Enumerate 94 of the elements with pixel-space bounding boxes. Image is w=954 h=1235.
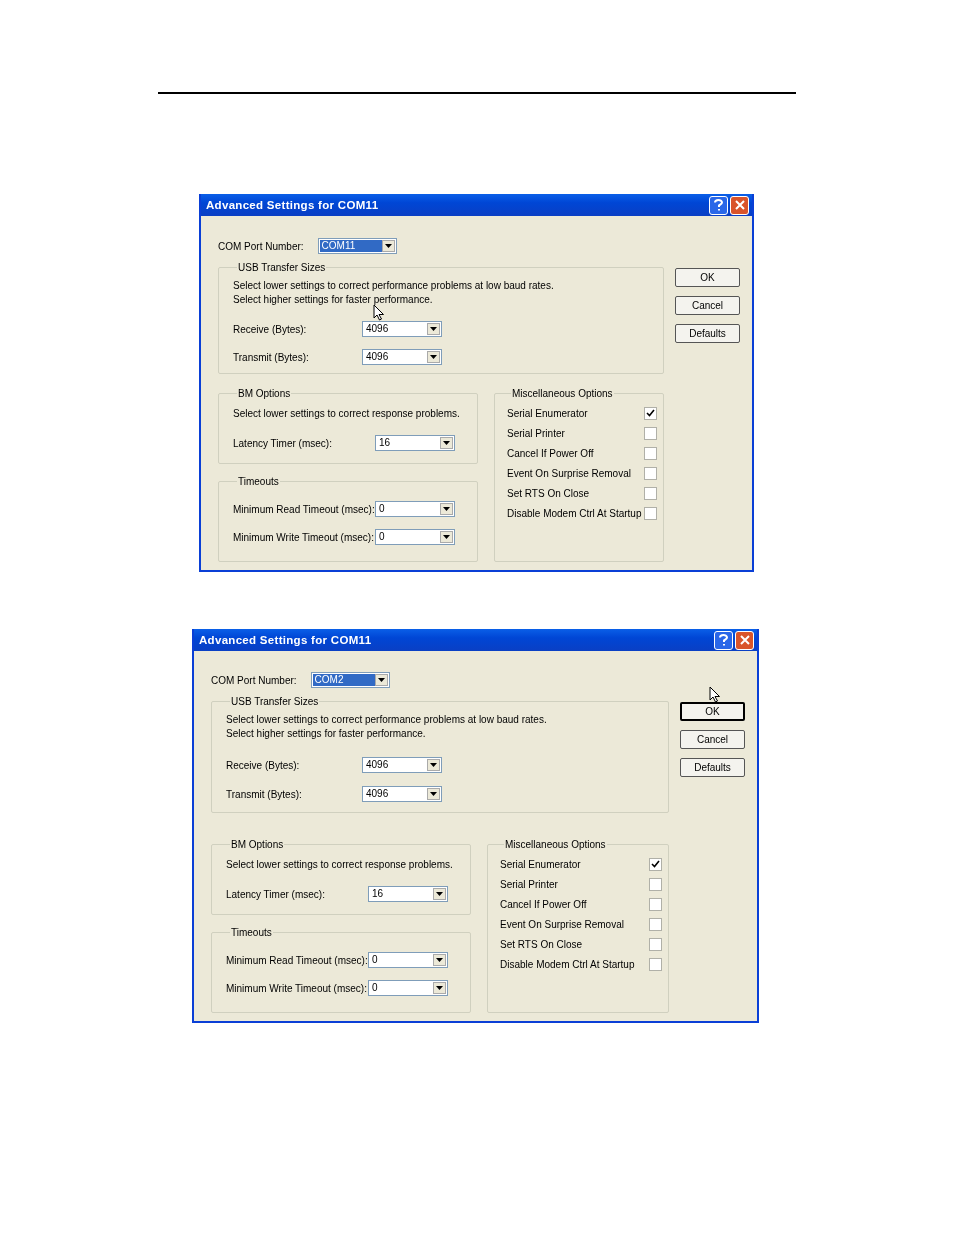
checkbox[interactable] [644, 466, 657, 480]
checkbox[interactable] [644, 446, 657, 460]
checkbox[interactable] [649, 897, 662, 911]
field-label: Transmit (Bytes): [226, 788, 302, 800]
instruction-text: Select higher settings for faster performance. [226, 727, 427, 741]
window-title: Advanced Settings for COM11 [199, 634, 372, 646]
close-icon [734, 200, 745, 210]
dropdown[interactable]: 0 [375, 529, 455, 545]
help-button[interactable] [709, 195, 728, 215]
check-icon [651, 860, 660, 868]
option-label: Serial Enumerator [507, 407, 588, 419]
option-label: Serial Printer [507, 427, 565, 439]
option-label: Event On Surprise Removal [500, 918, 624, 930]
group-title: Miscellaneous Options [511, 388, 614, 399]
dropdown-arrow-icon [436, 892, 443, 896]
option-label: Serial Enumerator [500, 858, 581, 870]
option-label: Set RTS On Close [507, 487, 590, 499]
dropdown[interactable]: 16 [368, 886, 448, 902]
checkbox[interactable] [649, 957, 662, 971]
checkbox[interactable] [649, 937, 662, 951]
dropdown-arrow-icon [443, 507, 450, 511]
dialog-button[interactable]: Cancel [675, 296, 740, 315]
dropdown[interactable]: 0 [368, 980, 448, 996]
dropdown[interactable]: 4096 [362, 786, 442, 802]
checkbox[interactable] [644, 506, 657, 520]
check-icon [646, 409, 655, 417]
dropdown-arrow-icon [436, 958, 443, 962]
option-label: Disable Modem Ctrl At Startup [500, 958, 635, 970]
dropdown-arrow-icon [430, 763, 437, 767]
field-label: Minimum Read Timeout (msec): [226, 954, 368, 966]
dialog-button[interactable]: Defaults [680, 758, 745, 777]
field-label: Minimum Write Timeout (msec): [226, 982, 367, 994]
group-title: USB Transfer Sizes [230, 696, 320, 707]
dialog-button[interactable]: OK [680, 702, 745, 721]
checkbox[interactable] [649, 917, 662, 931]
group-title: USB Transfer Sizes [237, 262, 327, 273]
checkbox[interactable] [649, 857, 662, 871]
instruction-text: Select lower settings to correct performance problems at low baud rates. [233, 279, 555, 293]
checkbox[interactable] [644, 426, 657, 440]
group-title: BM Options [230, 839, 285, 850]
dropdown-arrow-icon [443, 441, 450, 445]
dropdown-arrow-icon [430, 355, 437, 359]
dropdown[interactable]: 16 [375, 435, 455, 451]
instruction-text: Select lower settings to correct response problems. [233, 407, 461, 421]
instruction-text: Select higher settings for faster performance. [233, 293, 434, 307]
field-label: Minimum Read Timeout (msec): [233, 503, 375, 515]
close-button[interactable] [730, 195, 749, 215]
instruction-text: Select lower settings to correct performance problems at low baud rates. [226, 713, 548, 727]
group-title: Timeouts [237, 476, 280, 487]
help-button[interactable] [714, 630, 733, 650]
instruction-text: Select lower settings to correct response problems. [226, 858, 454, 872]
dropdown-arrow-icon [377, 678, 385, 682]
mouse-cursor-icon [373, 304, 385, 321]
com-port-dropdown[interactable]: COM11 [317, 238, 397, 254]
field-label: Receive (Bytes): [233, 323, 307, 335]
field-label: COM Port Number: [211, 674, 297, 686]
dropdown-arrow-icon [436, 986, 443, 990]
dropdown[interactable]: 4096 [362, 757, 442, 773]
group-title: Miscellaneous Options [504, 839, 607, 850]
field-label: Transmit (Bytes): [233, 351, 309, 363]
checkbox[interactable] [649, 877, 662, 891]
mouse-cursor-icon [709, 686, 721, 703]
group-title: Timeouts [230, 927, 273, 938]
dropdown[interactable]: 4096 [362, 321, 442, 337]
field-label: Latency Timer (msec): [233, 437, 332, 449]
option-label: Event On Surprise Removal [507, 467, 631, 479]
dialog-button[interactable]: Defaults [675, 324, 740, 343]
dropdown-arrow-icon [430, 327, 437, 331]
field-label: Minimum Write Timeout (msec): [233, 531, 374, 543]
option-label: Set RTS On Close [500, 938, 583, 950]
dropdown[interactable]: 0 [375, 501, 455, 517]
field-label: COM Port Number: [218, 240, 304, 252]
checkbox[interactable] [644, 486, 657, 500]
field-label: Latency Timer (msec): [226, 888, 325, 900]
dropdown-arrow-icon [443, 535, 450, 539]
help-icon [719, 634, 728, 646]
dialog-button[interactable]: OK [675, 268, 740, 287]
dialog-button[interactable]: Cancel [680, 730, 745, 749]
com-port-dropdown[interactable]: COM2 [310, 672, 390, 688]
dropdown-arrow-icon [430, 792, 437, 796]
help-icon [714, 199, 723, 211]
dropdown[interactable]: 4096 [362, 349, 442, 365]
group-title: BM Options [237, 388, 292, 399]
field-label: Receive (Bytes): [226, 759, 300, 771]
close-button[interactable] [735, 630, 754, 650]
dropdown-arrow-icon [384, 244, 392, 248]
dropdown[interactable]: 0 [368, 952, 448, 968]
option-label: Disable Modem Ctrl At Startup [507, 507, 642, 519]
close-icon [739, 635, 750, 645]
option-label: Cancel If Power Off [507, 447, 594, 459]
option-label: Cancel If Power Off [500, 898, 587, 910]
option-label: Serial Printer [500, 878, 558, 890]
window-title: Advanced Settings for COM11 [206, 199, 379, 211]
checkbox[interactable] [644, 406, 657, 420]
